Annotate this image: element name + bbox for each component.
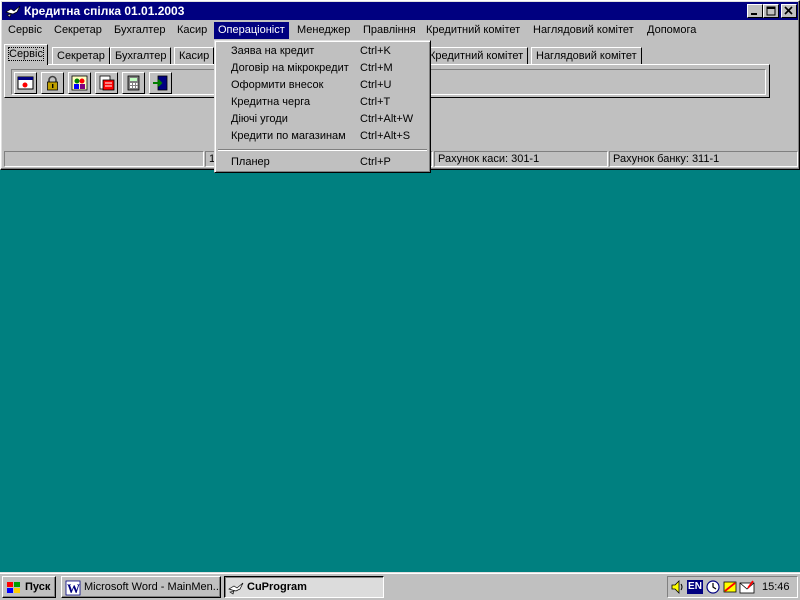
scheduler-icon[interactable] [705, 579, 721, 595]
users-icon [71, 75, 88, 91]
maximize-icon [766, 6, 776, 16]
task-cuprogram-label: CuProgram [247, 581, 307, 593]
menu-secretary[interactable]: Секретар [50, 22, 106, 39]
exit-door-icon [153, 75, 168, 91]
svg-text:W: W [67, 581, 80, 596]
toolbar-lock-button[interactable] [41, 72, 64, 94]
menu-item-label: Кредити по магазинам [231, 130, 346, 142]
lock-icon [47, 75, 58, 91]
menu-item-planner[interactable]: Планер Ctrl+P [218, 154, 427, 171]
menu-item-shortcut: Ctrl+P [360, 156, 391, 168]
menu-item-shortcut: Ctrl+K [360, 45, 391, 57]
start-button[interactable]: Пуск [2, 576, 56, 598]
menu-item-label: Кредитна черга [231, 96, 311, 108]
menu-supervisory-committee[interactable]: Наглядовий комітет [529, 22, 638, 39]
tab-service[interactable]: Сервіс [4, 44, 48, 65]
minimize-icon [751, 13, 757, 15]
tab-supervisory-committee[interactable]: Наглядовий комітет [531, 47, 642, 64]
menu-item-label: Діючі угоди [231, 113, 288, 125]
minimize-button[interactable] [747, 4, 763, 18]
window-title: Кредитна спілка 01.01.2003 [24, 4, 185, 18]
menu-operator[interactable]: Операціоніст [214, 22, 289, 39]
menu-board[interactable]: Правління [359, 22, 420, 39]
menu-item-label: Планер [231, 156, 270, 168]
status-bank-account: Рахунок банку: 311-1 [609, 151, 798, 167]
menu-item-active-agreements[interactable]: Діючі угоди Ctrl+Alt+W [218, 111, 427, 128]
toolbar-users-button[interactable] [68, 72, 91, 94]
app-bird-icon [228, 582, 244, 595]
app-bird-icon [5, 5, 21, 18]
menu-item-store-credits[interactable]: Кредити по магазинам Ctrl+Alt+S [218, 128, 427, 145]
menu-item-label: Заява на кредит [231, 45, 315, 57]
tab-credit-committee[interactable]: Кредитний комітет [424, 47, 529, 64]
windows-logo-icon [7, 582, 20, 593]
status-panel-1 [4, 151, 204, 167]
menu-item-credit-application[interactable]: Заява на кредит Ctrl+K [218, 43, 427, 60]
document-icon [99, 75, 115, 91]
tools-icon[interactable] [722, 579, 738, 595]
menu-item-label: Договір на мікрокредит [231, 62, 349, 74]
mail-icon[interactable] [739, 579, 755, 595]
menu-item-label: Оформити внесок [231, 79, 324, 91]
menu-manager[interactable]: Менеджер [293, 22, 354, 39]
tab-secretary-label: Секретар [57, 50, 105, 62]
tab-accountant[interactable]: Бухгалтер [110, 47, 172, 64]
window-icon [17, 76, 34, 90]
tab-supervisory-committee-label: Наглядовий комітет [536, 50, 637, 62]
menu-accountant[interactable]: Бухгалтер [110, 22, 169, 39]
clock[interactable]: 15:46 [762, 581, 790, 593]
toolbar-calculator-button[interactable] [122, 72, 145, 94]
menu-bar: Сервіс Секретар Бухгалтер Касир Операціо… [2, 21, 798, 40]
menu-service[interactable]: Сервіс [4, 22, 46, 39]
menu-item-microcredit-contract[interactable]: Договір на мікрокредит Ctrl+M [218, 60, 427, 77]
tab-secretary[interactable]: Секретар [52, 47, 110, 64]
menu-cashier[interactable]: Касир [173, 22, 211, 39]
menu-separator [218, 149, 427, 151]
calculator-icon [127, 75, 140, 91]
menu-item-shortcut: Ctrl+Alt+S [360, 130, 411, 142]
status-cash-account: Рахунок каси: 301-1 [434, 151, 608, 167]
close-icon [784, 6, 793, 15]
task-word-label: Microsoft Word - MainMen... [84, 581, 221, 593]
operator-dropdown-menu: Заява на кредит Ctrl+K Договір на мікрок… [214, 40, 431, 173]
tab-accountant-label: Бухгалтер [115, 50, 167, 62]
close-button[interactable] [781, 4, 797, 18]
task-cuprogram[interactable]: CuProgram [224, 576, 384, 598]
language-indicator[interactable]: EN [687, 580, 703, 594]
toolbar-window-button[interactable] [14, 72, 37, 94]
toolbar-document-button[interactable] [95, 72, 118, 94]
maximize-button[interactable] [763, 4, 779, 18]
menu-item-shortcut: Ctrl+T [360, 96, 391, 108]
tab-service-label: Сервіс [8, 47, 44, 61]
word-icon: W [65, 580, 81, 596]
tab-cashier[interactable]: Касир [174, 47, 215, 64]
menu-item-shortcut: Ctrl+M [360, 62, 393, 74]
menu-item-shortcut: Ctrl+U [360, 79, 392, 91]
tab-credit-committee-label: Кредитний комітет [429, 50, 524, 62]
task-word[interactable]: W Microsoft Word - MainMen... [61, 576, 221, 598]
menu-item-make-deposit[interactable]: Оформити внесок Ctrl+U [218, 77, 427, 94]
tab-cashier-label: Касир [179, 50, 210, 62]
menu-help[interactable]: Допомога [643, 22, 700, 39]
title-bar[interactable]: Кредитна спілка 01.01.2003 [2, 2, 798, 20]
taskbar: Пуск W Microsoft Word - MainMen... CuPro… [0, 572, 800, 600]
menu-credit-committee[interactable]: Кредитний комітет [422, 22, 524, 39]
system-tray: EN 15:46 [667, 576, 798, 598]
start-label: Пуск [25, 581, 51, 593]
menu-item-shortcut: Ctrl+Alt+W [360, 113, 414, 125]
toolbar-exit-button[interactable] [149, 72, 172, 94]
speaker-icon[interactable] [670, 579, 686, 595]
menu-item-credit-queue[interactable]: Кредитна черга Ctrl+T [218, 94, 427, 111]
